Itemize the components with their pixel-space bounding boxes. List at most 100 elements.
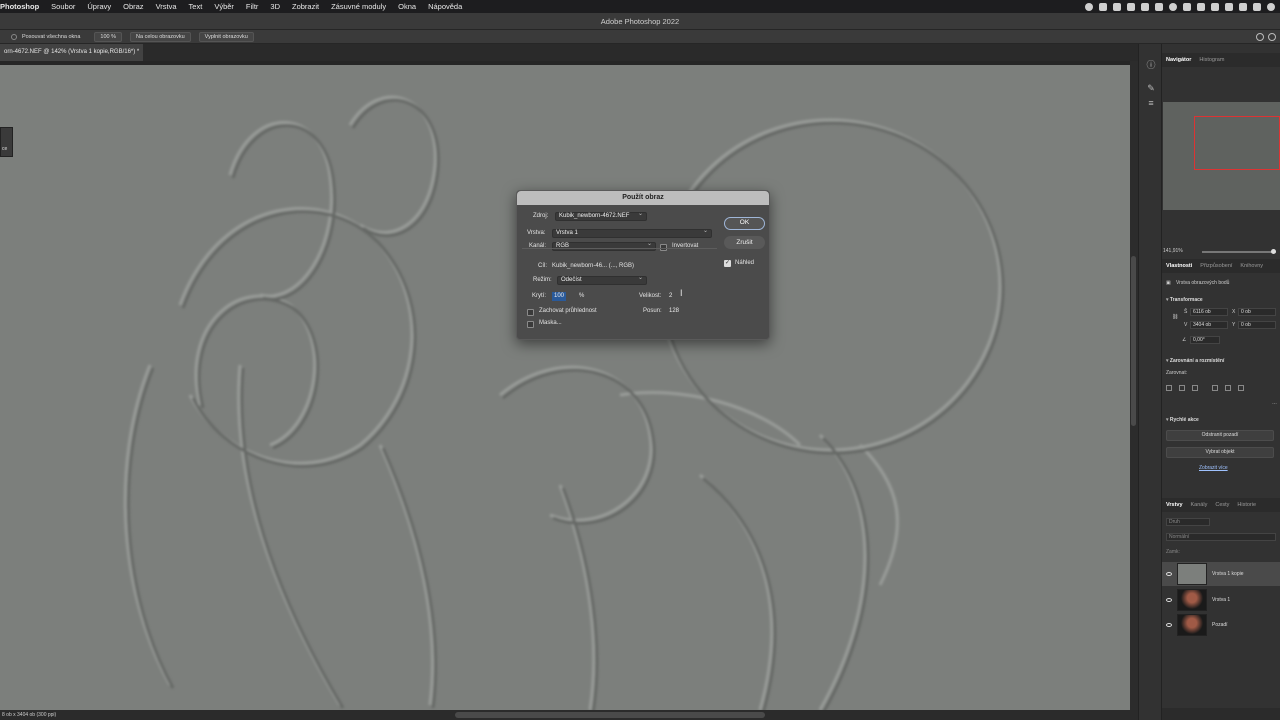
battery-icon[interactable] bbox=[1155, 2, 1163, 11]
document-tab[interactable]: orn-4672.NEF @ 142% (Vrstva 1 kopie,RGB/… bbox=[0, 44, 144, 61]
menu-help[interactable]: Nápověda bbox=[428, 2, 462, 11]
vertical-scrollbar[interactable] bbox=[1130, 61, 1138, 710]
volume-icon[interactable] bbox=[1211, 2, 1219, 11]
brush-icon[interactable]: ✎ bbox=[1146, 83, 1156, 93]
menu-layer[interactable]: Vrstva bbox=[156, 2, 177, 11]
select-subject-button[interactable]: Vybrat objekt bbox=[1166, 447, 1274, 458]
quick-actions-section[interactable]: Rychlé akce bbox=[1166, 417, 1199, 423]
zoom-100-button[interactable]: 100 % bbox=[94, 31, 123, 42]
menu-select[interactable]: Výběr bbox=[214, 2, 234, 11]
control-center-icon[interactable] bbox=[1253, 2, 1261, 11]
eye-icon[interactable] bbox=[1166, 623, 1172, 627]
tab-libraries[interactable]: Knihovny bbox=[1236, 263, 1267, 269]
tab-paths[interactable]: Cesty bbox=[1211, 502, 1233, 508]
align-right-icon[interactable] bbox=[1192, 385, 1198, 391]
show-more-link[interactable]: Zobrazit více bbox=[1199, 465, 1228, 471]
layer-blend-mode[interactable]: Normální bbox=[1166, 533, 1276, 541]
x-field[interactable]: 0 ob bbox=[1238, 308, 1276, 316]
adjust-icon[interactable]: ≡ bbox=[1146, 98, 1156, 108]
offset-input[interactable]: 128 bbox=[669, 307, 679, 316]
extension-icon[interactable] bbox=[1099, 2, 1107, 11]
scrollbar-thumb[interactable] bbox=[1131, 256, 1136, 426]
remove-background-button[interactable]: Odstranit pozadí bbox=[1166, 430, 1274, 441]
tab-navigator[interactable]: Navigátor bbox=[1162, 57, 1195, 63]
bluetooth-icon[interactable] bbox=[1197, 2, 1205, 11]
layer-row[interactable]: Pozadí bbox=[1162, 613, 1280, 637]
menu-window[interactable]: Okna bbox=[398, 2, 416, 11]
cancel-button[interactable]: Zrušit bbox=[724, 236, 765, 249]
eye-icon[interactable] bbox=[1166, 598, 1172, 602]
clock-icon[interactable] bbox=[1169, 2, 1177, 11]
workspace-icon[interactable] bbox=[1268, 32, 1276, 41]
tab-adjustments[interactable]: Přizpůsobení bbox=[1196, 263, 1236, 269]
fit-screen-button[interactable]: Na celou obrazovku bbox=[130, 31, 191, 42]
menu-plugins[interactable]: Zásuvné moduly bbox=[331, 2, 386, 11]
link-icon[interactable]: ⛓ bbox=[1172, 314, 1178, 320]
menu-3d[interactable]: 3D bbox=[270, 2, 280, 11]
menu-filter[interactable]: Filtr bbox=[246, 2, 259, 11]
mask-label[interactable]: Maska... bbox=[539, 320, 562, 326]
align-left-icon[interactable] bbox=[1166, 385, 1172, 391]
scroll-all-checkbox[interactable] bbox=[11, 33, 17, 40]
menu-image[interactable]: Obraz bbox=[123, 2, 143, 11]
horizontal-scrollbar[interactable] bbox=[455, 712, 765, 718]
record-icon[interactable] bbox=[1085, 2, 1093, 11]
slider-handle[interactable] bbox=[1271, 249, 1276, 254]
align-hcenter-icon[interactable] bbox=[1179, 385, 1185, 391]
align-top-icon[interactable] bbox=[1212, 385, 1218, 391]
layer-row[interactable]: Vrstva 1 bbox=[1162, 588, 1280, 612]
search-icon[interactable] bbox=[1256, 32, 1264, 41]
menu-file[interactable]: Soubor bbox=[51, 2, 75, 11]
navigator-zoom-slider[interactable] bbox=[1202, 249, 1276, 254]
align-vcenter-icon[interactable] bbox=[1225, 385, 1231, 391]
fill-screen-button[interactable]: Vyplnit obrazovku bbox=[198, 31, 254, 42]
angle-field[interactable]: 0,00° bbox=[1190, 336, 1220, 344]
channel-select[interactable]: RGB bbox=[552, 241, 656, 251]
tab-properties[interactable]: Vlastnosti bbox=[1162, 263, 1196, 269]
menu-edit[interactable]: Úpravy bbox=[87, 2, 111, 11]
layer-name[interactable]: Pozadí bbox=[1212, 622, 1228, 628]
navigator-view-box[interactable] bbox=[1194, 116, 1280, 170]
tool-flyout[interactable]: ce bbox=[0, 127, 13, 157]
layer-name[interactable]: Vrstva 1 kopie bbox=[1212, 571, 1244, 577]
blending-select[interactable]: Odečíst bbox=[557, 275, 647, 285]
tab-history[interactable]: Historie bbox=[1233, 502, 1260, 508]
height-field[interactable]: 3404 ob bbox=[1190, 321, 1228, 329]
scale-input[interactable]: 2 bbox=[669, 292, 672, 301]
source-select[interactable]: Kubik_newborn-4672.NEF bbox=[555, 211, 647, 221]
menu-app[interactable]: Photoshop bbox=[0, 2, 39, 11]
layer-select[interactable]: Vrstva 1 bbox=[552, 228, 712, 238]
tab-layers[interactable]: Vrstvy bbox=[1162, 502, 1187, 508]
wifi-icon[interactable] bbox=[1225, 2, 1233, 11]
creative-cloud-icon[interactable] bbox=[1113, 2, 1121, 11]
search-icon[interactable] bbox=[1239, 2, 1247, 11]
eye-icon[interactable] bbox=[1166, 572, 1172, 576]
align-section[interactable]: Zarovnání a rozmístění bbox=[1166, 358, 1224, 364]
navigator-zoom[interactable]: 141,91% bbox=[1163, 248, 1183, 254]
ok-button[interactable]: OK bbox=[724, 217, 765, 230]
menu-type[interactable]: Text bbox=[189, 2, 203, 11]
preserve-transparency-checkbox[interactable] bbox=[527, 309, 534, 316]
preview-checkbox[interactable] bbox=[724, 259, 731, 267]
width-field[interactable]: 6116 ob bbox=[1190, 308, 1228, 316]
align-bottom-icon[interactable] bbox=[1238, 385, 1244, 391]
tab-histogram[interactable]: Histogram bbox=[1195, 57, 1228, 63]
app-icon[interactable] bbox=[1141, 2, 1149, 11]
canvas-area[interactable]: ce bbox=[0, 61, 1130, 710]
opacity-input[interactable]: 100 bbox=[552, 292, 567, 301]
app-icon[interactable] bbox=[1127, 2, 1135, 11]
siri-icon[interactable] bbox=[1267, 2, 1275, 11]
y-field[interactable]: 0 ob bbox=[1238, 321, 1276, 329]
transform-section[interactable]: Transformace bbox=[1166, 297, 1203, 303]
layer-name[interactable]: Vrstva 1 bbox=[1212, 597, 1230, 603]
layer-filter-kind[interactable]: Druh bbox=[1166, 518, 1210, 526]
mask-checkbox[interactable] bbox=[527, 321, 534, 328]
layer-row[interactable]: Vrstva 1 kopie bbox=[1162, 562, 1280, 586]
more-options-icon[interactable]: … bbox=[1272, 400, 1277, 406]
dropbox-icon[interactable] bbox=[1183, 2, 1191, 11]
tab-channels[interactable]: Kanály bbox=[1187, 502, 1212, 508]
navigator-preview[interactable] bbox=[1163, 102, 1280, 210]
info-icon[interactable]: ⓘ bbox=[1146, 60, 1156, 70]
image-canvas[interactable] bbox=[0, 65, 1130, 710]
menu-view[interactable]: Zobrazit bbox=[292, 2, 319, 11]
